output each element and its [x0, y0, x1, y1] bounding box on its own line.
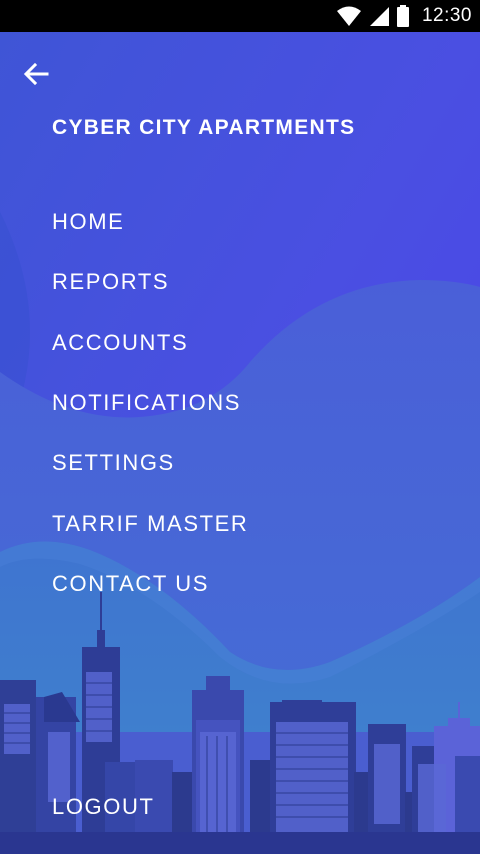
menu-item-accounts[interactable]: ACCOUNTS [0, 313, 480, 373]
logout-button[interactable]: LOGOUT [52, 794, 155, 820]
signal-icon [369, 7, 389, 26]
status-bar: 12:30 [0, 0, 480, 32]
menu-item-contact-us[interactable]: CONTACT US [0, 554, 480, 614]
back-button[interactable] [16, 54, 56, 94]
battery-icon [396, 5, 409, 27]
menu-item-notifications[interactable]: NOTIFICATIONS [0, 373, 480, 433]
status-icons: 12:30 [336, 0, 472, 32]
app-screen: 12:30 CYBER CITY APARTMENTS HOME REPORTS… [0, 0, 480, 854]
navigation-drawer: CYBER CITY APARTMENTS HOME REPORTS ACCOU… [0, 32, 480, 854]
drawer-title: CYBER CITY APARTMENTS [52, 116, 356, 139]
drawer-menu: HOME REPORTS ACCOUNTS NOTIFICATIONS SETT… [0, 192, 480, 614]
status-time: 12:30 [421, 5, 472, 26]
menu-item-tarrif-master[interactable]: TARRIF MASTER [0, 493, 480, 553]
menu-item-reports[interactable]: REPORTS [0, 252, 480, 312]
menu-item-home[interactable]: HOME [0, 192, 480, 252]
wifi-icon [336, 6, 361, 26]
arrow-left-icon [23, 62, 49, 86]
menu-item-settings[interactable]: SETTINGS [0, 433, 480, 493]
